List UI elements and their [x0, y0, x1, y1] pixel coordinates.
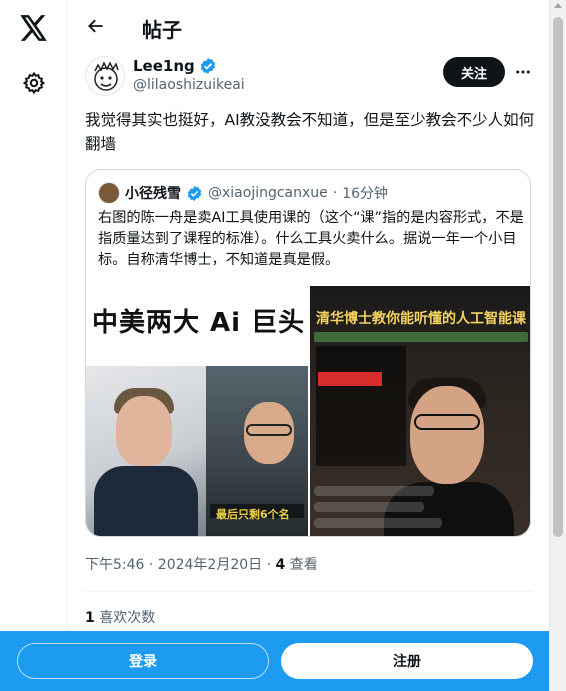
- quoted-tweet[interactable]: 小径残雪 @xiaojingcanxue · 16分钟 右图的陈一舟是卖AI工具…: [85, 169, 531, 537]
- gear-icon[interactable]: [14, 63, 54, 103]
- likes-stat[interactable]: 1 喜欢次数: [85, 607, 155, 627]
- media-image-left[interactable]: 中美两大 Ai 巨头 最后只剩6个名: [86, 286, 308, 536]
- author-name[interactable]: Lee1ng: [133, 57, 217, 75]
- avatar[interactable]: [85, 56, 125, 96]
- top-bar: 帖子: [69, 0, 549, 53]
- x-logo-icon[interactable]: [14, 8, 54, 48]
- scroll-up-arrow-icon[interactable]: [554, 3, 562, 8]
- likes-count: 1: [85, 610, 95, 626]
- quote-text: 右图的陈一舟是卖AI工具使用课的（这个“课”指的是内容形式，不是指质量达到了课程…: [98, 210, 524, 268]
- main-column: 帖子 Lee1ng @lilaoshizuikeai 关注 我觉得其实也挺好，A…: [69, 0, 549, 691]
- quote-separator: ·: [332, 185, 338, 201]
- login-button[interactable]: 登录: [17, 643, 269, 679]
- more-dots-icon[interactable]: [511, 60, 535, 84]
- arrow-left-icon: [88, 19, 103, 33]
- media-image-right[interactable]: 清华博士教你能听懂的人工智能课: [310, 286, 530, 536]
- views-label: 查看: [285, 557, 318, 573]
- author-name-text: Lee1ng: [133, 57, 195, 75]
- left-rail: [0, 0, 68, 691]
- quote-author-name: 小径残雪: [125, 186, 181, 202]
- page-title: 帖子: [142, 18, 182, 42]
- quote-author-handle: @xiaojingcanxue: [208, 185, 328, 201]
- quote-media[interactable]: 中美两大 Ai 巨头 最后只剩6个名 清华博士教你能听懂的人工智能课: [86, 286, 530, 536]
- media-left-caption: 最后只剩6个名: [216, 508, 290, 521]
- verified-badge-icon: [200, 58, 215, 74]
- divider: [85, 591, 533, 592]
- back-button[interactable]: [81, 11, 111, 41]
- views-count: 4: [275, 557, 286, 573]
- verified-badge-icon: [187, 185, 202, 201]
- follow-button[interactable]: 关注: [443, 57, 505, 87]
- tweet-timestamp[interactable]: 下午5:46 · 2024年2月20日 ·: [85, 557, 276, 573]
- photo-person-1: [86, 366, 206, 536]
- tweet-text: 我觉得其实也挺好，AI教没教会不知道，但是至少教会不少人如何翻墙: [85, 111, 535, 153]
- likes-label: 喜欢次数: [94, 610, 156, 626]
- media-right-title: 清华博士教你能听懂的人工智能课: [316, 311, 526, 327]
- signup-button[interactable]: 注册: [281, 643, 533, 679]
- media-left-title: 中美两大 Ai 巨头: [92, 308, 306, 338]
- scroll-thumb[interactable]: [553, 17, 563, 537]
- quote-header: 小径残雪 @xiaojingcanxue · 16分钟: [98, 182, 388, 204]
- author-row: Lee1ng @lilaoshizuikeai 关注: [85, 56, 537, 100]
- author-handle[interactable]: @lilaoshizuikeai: [133, 77, 245, 93]
- quote-avatar: [98, 182, 120, 204]
- tweet-meta: 下午5:46 · 2024年2月20日 · 4 查看: [85, 554, 318, 574]
- bottom-login-bar: 登录 注册: [0, 631, 549, 691]
- quote-timestamp: 16分钟: [342, 186, 389, 202]
- scrollbar[interactable]: [549, 0, 566, 691]
